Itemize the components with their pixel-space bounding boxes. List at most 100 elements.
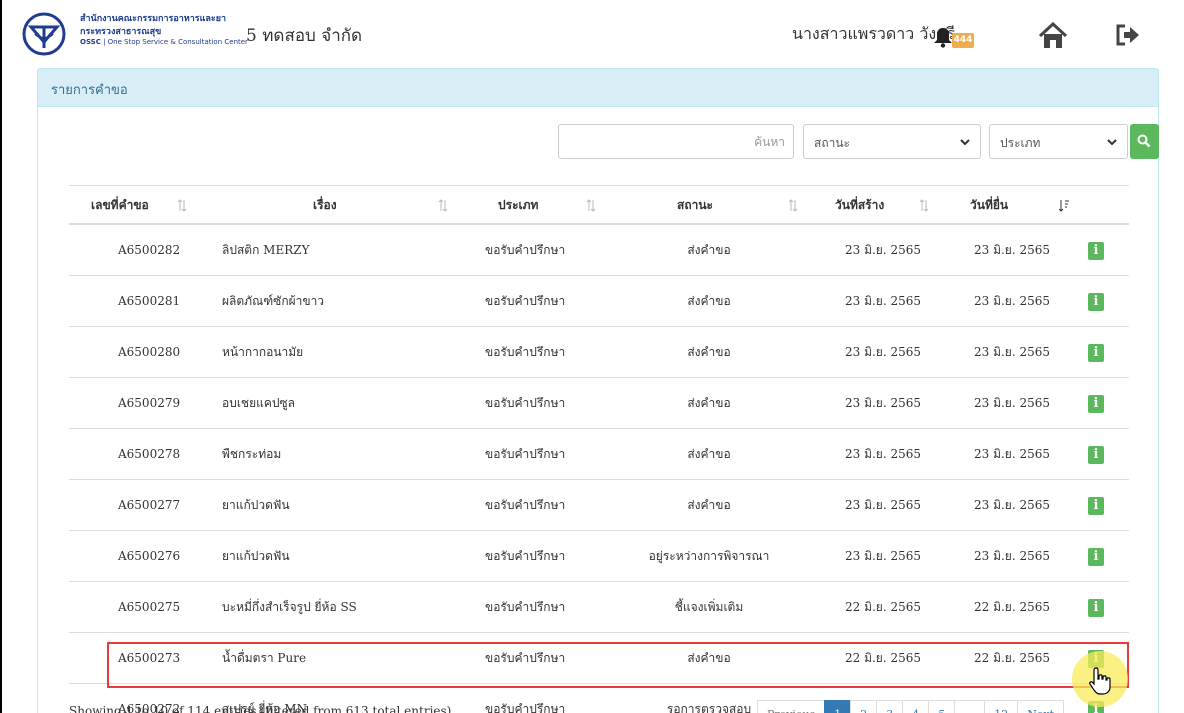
cell-created-date: 23 มิ.ย. 2565	[845, 294, 922, 308]
type-select[interactable]: ประเภท	[989, 124, 1128, 159]
cell-subject: ผลิตภัณฑ์ซักผ้าขาว	[222, 294, 325, 308]
chevron-down-icon	[1107, 139, 1117, 146]
cell-subject: อบเชยแคปซูล	[222, 396, 295, 410]
table-info: Showing 1 to 10 of 114 entries (filtered…	[69, 704, 452, 713]
cell-request-no: A6500279	[118, 396, 181, 410]
cell-type: ขอรับคำปรึกษา	[485, 549, 566, 563]
bell-icon[interactable]	[932, 26, 954, 48]
column-header-request-no[interactable]: เลขที่คำขอ	[91, 186, 149, 224]
pagination-page-3[interactable]: 3	[876, 700, 904, 713]
cell-request-no: A6500278	[118, 447, 181, 461]
cell-request-no: A6500282	[118, 243, 181, 257]
info-button[interactable]: i	[1088, 548, 1104, 566]
sort-desc-icon[interactable]	[1059, 199, 1069, 212]
pagination-page-2[interactable]: 2	[850, 700, 878, 713]
cell-submitted-date: 23 มิ.ย. 2565	[974, 447, 1051, 461]
pagination-page-12[interactable]: 12	[984, 700, 1019, 713]
pagination-page-1[interactable]: 1	[824, 700, 852, 713]
pagination-page-4[interactable]: 4	[902, 700, 930, 713]
column-header-submitted-date[interactable]: วันที่ยื่น	[970, 186, 1008, 224]
column-header-status[interactable]: สถานะ	[677, 186, 713, 224]
cell-status: ส่งคำขอ	[687, 498, 731, 512]
cell-subject: หน้ากากอนามัย	[222, 345, 304, 359]
cell-type: ขอรับคำปรึกษา	[485, 702, 566, 713]
cell-subject: ลิปสติก MERZY	[222, 243, 310, 257]
table-row[interactable]: A6500281 ผลิตภัณฑ์ซักผ้าขาว ขอรับคำปรึกษ…	[69, 276, 1129, 327]
org-tagline: OSSC | One Stop Service & Consultation C…	[80, 38, 248, 46]
status-select-value: สถานะ	[814, 136, 850, 150]
home-icon[interactable]	[1038, 22, 1068, 50]
table-row[interactable]: A6500275 บะหมี่กึ่งสำเร็จรูป ยี่ห้อ SS ข…	[69, 582, 1129, 633]
info-button[interactable]: i	[1088, 395, 1104, 413]
sort-icon[interactable]	[438, 199, 448, 212]
notification-badge[interactable]: 444	[952, 33, 974, 48]
info-button[interactable]: i	[1088, 344, 1104, 362]
info-button[interactable]: i	[1088, 446, 1104, 464]
cell-request-no: A6500275	[118, 600, 181, 614]
cell-type: ขอรับคำปรึกษา	[485, 345, 566, 359]
sort-icon[interactable]	[919, 199, 929, 212]
cell-submitted-date: 23 มิ.ย. 2565	[974, 294, 1051, 308]
cell-request-no: A6500276	[118, 549, 181, 563]
company-name: 5 ทดสอบ จำกัด	[246, 26, 363, 46]
pagination: Previous 1 2 3 4 5 … 12 Next	[757, 700, 1065, 713]
table-body: A6500282 ลิปสติก MERZY ขอรับคำปรึกษา ส่ง…	[69, 225, 1129, 713]
cell-created-date: 22 มิ.ย. 2565	[845, 651, 922, 665]
column-header-subject[interactable]: เรื่อง	[313, 186, 337, 224]
info-button[interactable]: i	[1088, 242, 1104, 260]
cell-subject: น้ำดื่มตรา Pure	[222, 651, 307, 665]
search-input[interactable]	[558, 124, 794, 159]
org-name-line2: กระทรวงสาธารณสุข	[80, 27, 162, 37]
cell-status: ส่งคำขอ	[687, 396, 731, 410]
window-left-border	[0, 0, 2, 713]
column-header-type[interactable]: ประเภท	[498, 186, 538, 224]
cell-status: ส่งคำขอ	[687, 294, 731, 308]
status-select[interactable]: สถานะ	[803, 124, 981, 159]
cell-subject: ยาแก้ปวดฟัน	[222, 549, 290, 563]
pagination-page-5[interactable]: 5	[928, 700, 956, 713]
pagination-next[interactable]: Next	[1017, 700, 1065, 713]
cell-type: ขอรับคำปรึกษา	[485, 498, 566, 512]
table-row[interactable]: A6500282 ลิปสติก MERZY ขอรับคำปรึกษา ส่ง…	[69, 225, 1129, 276]
table-row[interactable]: A6500280 หน้ากากอนามัย ขอรับคำปรึกษา ส่ง…	[69, 327, 1129, 378]
cell-created-date: 23 มิ.ย. 2565	[845, 345, 922, 359]
column-header-created-date[interactable]: วันที่สร้าง	[835, 186, 884, 224]
org-name-line1: สำนักงานคณะกรรมการอาหารและยา	[80, 14, 227, 24]
cell-subject: บะหมี่กึ่งสำเร็จรูป ยี่ห้อ SS	[222, 600, 357, 614]
sort-icon[interactable]	[177, 199, 187, 212]
top-navbar: สำนักงานคณะกรรมการอาหารและยา กระทรวงสาธา…	[2, 0, 1184, 68]
cell-submitted-date: 22 มิ.ย. 2565	[974, 651, 1051, 665]
table-row[interactable]: A6500277 ยาแก้ปวดฟัน ขอรับคำปรึกษา ส่งคำ…	[69, 480, 1129, 531]
cell-created-date: 23 มิ.ย. 2565	[845, 243, 922, 257]
cell-submitted-date: 23 มิ.ย. 2565	[974, 345, 1051, 359]
cell-submitted-date: 22 มิ.ย. 2565	[974, 600, 1051, 614]
cell-created-date: 23 มิ.ย. 2565	[845, 549, 922, 563]
fda-logo-icon[interactable]	[22, 12, 66, 56]
table-row[interactable]: A6500276 ยาแก้ปวดฟัน ขอรับคำปรึกษา อยู่ร…	[69, 531, 1129, 582]
table-row[interactable]: A6500278 พืชกระท่อม ขอรับคำปรึกษา ส่งคำข…	[69, 429, 1129, 480]
user-name[interactable]: นางสาวแพรวดาว วังศรี	[792, 22, 955, 47]
cell-request-no: A6500280	[118, 345, 181, 359]
info-button[interactable]: i	[1088, 293, 1104, 311]
cell-type: ขอรับคำปรึกษา	[485, 294, 566, 308]
info-button[interactable]: i	[1088, 497, 1104, 515]
cell-created-date: 23 มิ.ย. 2565	[845, 447, 922, 461]
sort-icon[interactable]	[586, 199, 596, 212]
cell-status: ส่งคำขอ	[687, 243, 731, 257]
cell-type: ขอรับคำปรึกษา	[485, 447, 566, 461]
cell-type: ขอรับคำปรึกษา	[485, 651, 566, 665]
table-row[interactable]: A6500273 น้ำดื่มตรา Pure ขอรับคำปรึกษา ส…	[69, 633, 1129, 684]
cell-type: ขอรับคำปรึกษา	[485, 600, 566, 614]
hand-pointer-icon	[1089, 667, 1111, 695]
cell-status: ส่งคำขอ	[687, 651, 731, 665]
request-list-panel: รายการคำขอ สถานะ ประเภท เลขที่คำขอ เรื่อ…	[37, 68, 1159, 713]
chevron-down-icon	[960, 139, 970, 146]
search-button[interactable]	[1130, 124, 1159, 159]
panel-title: รายการคำขอ	[38, 69, 1158, 107]
logout-icon[interactable]	[1115, 23, 1141, 47]
pagination-previous[interactable]: Previous	[757, 700, 826, 713]
info-button[interactable]: i	[1088, 599, 1104, 617]
sort-icon[interactable]	[788, 199, 798, 212]
table-row[interactable]: A6500279 อบเชยแคปซูล ขอรับคำปรึกษา ส่งคำ…	[69, 378, 1129, 429]
cell-status: อยู่ระหว่างการพิจารณา	[648, 549, 770, 563]
